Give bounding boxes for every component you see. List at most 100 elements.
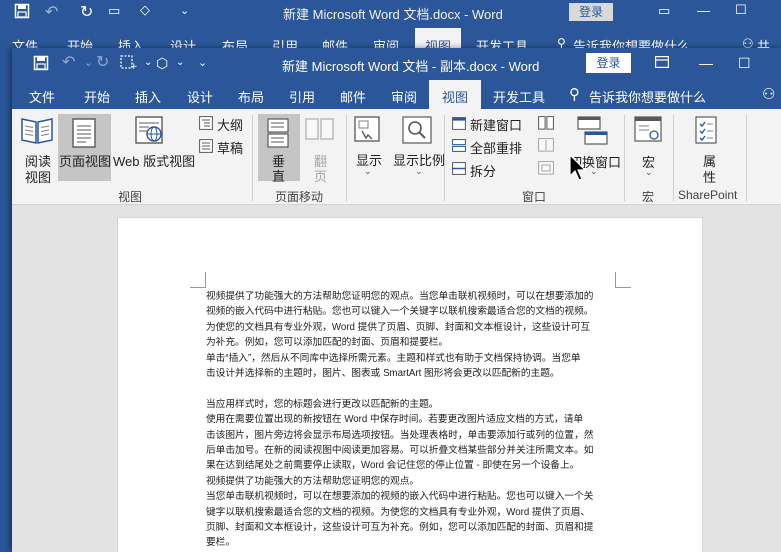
tab-view[interactable]: 视图 [442,87,468,106]
login-button[interactable]: 登录 [586,53,631,73]
format-painter-icon[interactable]: ⬡ [156,54,168,72]
arrange-all-icon[interactable] [452,139,466,157]
web-layout-icon[interactable] [135,116,165,151]
zoom-dropdown-icon[interactable]: ⌄ [415,166,423,177]
outline-icon[interactable] [199,116,213,135]
doc-line[interactable]: 击该图片，图片旁边将会显示布局选项按钮。当处理表格时，单击要添加行或列的位置，然 [206,428,620,443]
view-side-by-side-icon[interactable] [538,116,554,135]
split-icon[interactable] [452,162,466,180]
tab-mailings[interactable]: 邮件 [340,87,366,106]
customize-toolbar-icon[interactable]: ⌄ [180,4,189,17]
touch-mode-dropdown-icon[interactable]: ⌄ [144,54,152,72]
minimize-icon[interactable]: — [697,3,710,18]
touch-mode-icon[interactable]: + [120,54,138,74]
save-icon[interactable] [33,55,49,75]
vertical-button[interactable]: 垂 直 [258,114,300,184]
document-page[interactable]: 视频提供了功能强大的方法帮助您证明您的观点。当您单击联机视频时，可以在想要添加的… [117,217,703,552]
split-button[interactable]: 拆分 [470,161,496,180]
document-body[interactable]: 视频提供了功能强大的方法帮助您证明您的观点。当您单击联机视频时，可以在想要添加的… [206,289,620,551]
minimize-icon[interactable]: — [699,54,713,72]
group-divider [624,115,625,201]
group-divider [746,115,747,201]
group-label-macros: 宏 [642,190,655,204]
doc-line[interactable]: 当应用样式时，您的标题会进行更改以匹配新的主题。 [206,397,620,412]
svg-text:+: + [130,62,138,70]
tell-me-input[interactable]: 告诉我你想要做什么 [589,87,706,106]
switch-windows-dropdown-icon[interactable]: ⌄ [590,166,598,177]
group-label-views: 视图 [118,190,143,204]
undo-dropdown-icon[interactable]: ⌄ [84,54,93,72]
doc-line[interactable]: 视频的嵌入代码中进行粘贴。您也可以键入一个关键字以联机搜索最适合您的文档的视频。 [206,304,620,319]
window-title: 新建 Microsoft Word 文档 - 副本.docx - Word [282,59,540,74]
group-divider [673,115,674,201]
tab-design[interactable]: 设计 [187,87,213,106]
macros-icon[interactable] [634,116,664,151]
side-to-side-icon [305,118,335,149]
redo-icon[interactable]: ↻ [96,54,109,72]
show-dropdown-icon[interactable]: ⌄ [364,166,372,177]
doc-line[interactable]: 视频提供了功能强大的方法帮助您证明您的观点。当您单击联机视频时，可以在想要添加的 [206,289,620,304]
tab-file[interactable]: 文件 [29,87,55,106]
doc-line[interactable]: 页脚、封面和文本框设计，这些设计可互为补充。例如，您可以添加匹配的封面、页眉和提 [206,520,620,535]
outline-button[interactable]: 大纲 [217,115,243,134]
arrange-all-button[interactable]: 全部重排 [470,138,522,157]
save-icon[interactable] [14,3,30,22]
tab-review[interactable]: 审阅 [391,87,417,106]
crop-mark-top-right [615,272,631,288]
synchronous-scrolling-icon [538,138,554,157]
search-icon: ⚲ [569,86,580,103]
doc-line[interactable]: 视频提供了功能强大的方法帮助您证明您的观点。 [206,474,620,489]
doc-line[interactable]: 果在达到结尾处之前需要停止读取，Word 会记住您的停止位置 - 即使在另一个设… [206,458,620,473]
format-dropdown-icon[interactable]: ⌄ [176,54,184,72]
doc-line[interactable]: 当您单击联机视频时，可以在想要添加的视频的嵌入代码中进行粘贴。您也可以键入一个关 [206,489,620,504]
background-login-button[interactable]: 登录 [569,3,613,21]
customize-toolbar-icon[interactable]: ⌄ [198,54,207,72]
doc-line[interactable]: 键字以联机搜索最适合您的文档的视频。为使您的文档具有专业外观，Word 提供了页… [206,505,620,520]
doc-line[interactable]: 后单击加号。在新的阅读视图中阅读更加容易。可以折叠文档某些部分并关注所需文本。如 [206,443,620,458]
undo-icon[interactable]: ↶ [45,2,58,22]
doc-line[interactable]: 为补充。例如，您可以添加匹配的封面、页眉和提要栏。 [206,335,620,350]
print-layout-button[interactable]: 页面视图 [58,114,111,181]
tab-home[interactable]: 开始 [84,87,110,106]
ribbon-tab-bar: 文件 开始 插入 设计 布局 引用 邮件 审阅 视图 开发工具 ⚲ 告诉我你想要… [12,80,781,109]
zoom-button[interactable] [402,116,432,149]
doc-line[interactable]: 使用在需要位置出现的新按钮在 Word 中保存时间。若要更改图片适应文档的方式，… [206,412,620,427]
read-mode-label-2[interactable]: 视图 [25,167,51,186]
tab-developer[interactable]: 开发工具 [493,87,545,106]
share-person-icon[interactable]: ⚇ [762,85,775,103]
doc-line[interactable] [206,381,620,396]
maximize-icon[interactable]: ☐ [735,2,747,18]
new-window-icon[interactable] [452,117,466,135]
tab-layout[interactable]: 布局 [238,87,264,106]
group-divider [444,115,445,201]
switch-windows-icon[interactable] [577,116,609,151]
draft-button[interactable]: 草稿 [217,138,243,157]
new-window-button[interactable]: 新建窗口 [470,115,522,134]
redo-icon[interactable]: ↻ [80,2,93,22]
properties-label-2[interactable]: 性 [703,167,716,186]
tab-references[interactable]: 引用 [289,87,315,106]
touch-mode-icon[interactable]: ▭ [108,3,120,19]
ribbon-display-options-icon[interactable] [655,54,670,72]
doc-line[interactable]: 要栏。 [206,535,620,550]
draft-icon[interactable] [199,139,213,158]
page-icon [72,118,96,148]
tab-insert[interactable]: 插入 [135,87,161,106]
document-area[interactable]: 视频提供了功能强大的方法帮助您证明您的观点。当您单击联机视频时，可以在想要添加的… [12,205,781,552]
show-button[interactable] [354,116,382,149]
doc-line[interactable]: 单击“插入”，然后从不同库中选择所需元素。主题和样式也有助于文档保持协调。当您单 [206,351,620,366]
read-mode-button[interactable] [20,115,54,150]
vertical-label-2: 直 [272,169,286,184]
book-icon [21,118,53,144]
background-title-bar: ↶ ↻ ▭ ◇ ⌄ 新建 Microsoft Word 文档.docx - Wo… [0,0,781,26]
format-painter-icon[interactable]: ◇ [140,2,150,18]
undo-icon[interactable]: ↶ [62,54,75,72]
doc-line[interactable]: 为使您的文档具有专业外观，Word 提供了页眉、页脚、封面和文本框设计，这些设计… [206,320,620,335]
doc-line[interactable]: 击设计并选择新的主题时，图片、图表或 SmartArt 图形将会更改以匹配新的主… [206,366,620,381]
ribbon-display-icon[interactable]: ▭ [658,3,670,19]
word-window: ↶ ⌄ ↻ + ⌄ ⬡ ⌄ ⌄ 新建 Microsoft Word 文档 - 副… [12,48,781,552]
web-layout-button[interactable]: Web 版式视图 [113,151,195,170]
properties-icon[interactable] [694,116,722,151]
macros-dropdown-icon[interactable]: ⌄ [645,167,653,178]
maximize-icon[interactable]: ☐ [738,54,751,72]
